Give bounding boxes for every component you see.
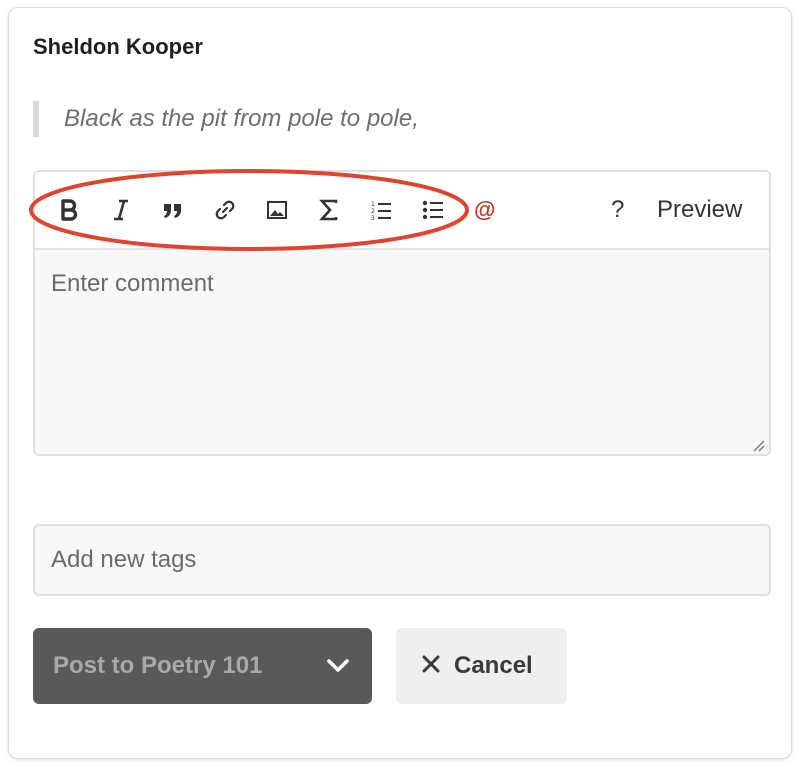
image-icon (266, 200, 288, 220)
italic-button[interactable] (104, 192, 138, 228)
post-button[interactable]: Post to Poetry 101 (33, 628, 372, 704)
image-button[interactable] (260, 192, 294, 228)
comment-input[interactable] (35, 250, 769, 454)
quoted-text: Black as the pit from pole to pole, (33, 101, 419, 137)
math-button[interactable] (312, 192, 346, 228)
author-name: Sheldon Kooper (33, 34, 203, 59)
link-button[interactable] (208, 192, 242, 228)
comment-textarea-wrapper (35, 250, 769, 454)
editor-toolbar: 123 @ ? Preview (35, 172, 769, 250)
preview-button[interactable]: Preview (657, 192, 742, 228)
cancel-button[interactable]: Cancel (396, 628, 567, 704)
comment-card: Sheldon Kooper Black as the pit from pol… (8, 7, 792, 759)
resize-grip-icon[interactable] (751, 438, 765, 452)
bullet-list-icon (422, 199, 444, 221)
help-button[interactable]: ? (611, 192, 624, 228)
bold-button[interactable] (52, 192, 86, 228)
mention-button[interactable]: @ (474, 192, 495, 228)
close-icon (422, 655, 440, 678)
italic-icon (112, 199, 130, 221)
link-icon (214, 199, 236, 221)
sigma-icon (319, 199, 339, 221)
svg-text:3: 3 (371, 215, 375, 221)
post-button-label: Post to Poetry 101 (53, 652, 263, 679)
numbered-list-button[interactable]: 123 (364, 192, 398, 228)
bold-icon (60, 199, 78, 221)
tags-field (33, 524, 771, 596)
blockquote-button[interactable] (156, 192, 190, 228)
cancel-button-label: Cancel (454, 652, 533, 679)
tags-input[interactable] (35, 526, 769, 594)
comment-editor: 123 @ ? Preview (33, 170, 771, 456)
svg-text:1: 1 (371, 201, 375, 208)
svg-text:2: 2 (371, 208, 375, 215)
numbered-list-icon: 123 (370, 199, 392, 221)
bullet-list-button[interactable] (416, 192, 450, 228)
chevron-down-icon[interactable] (324, 652, 352, 685)
blockquote-icon (163, 201, 183, 219)
